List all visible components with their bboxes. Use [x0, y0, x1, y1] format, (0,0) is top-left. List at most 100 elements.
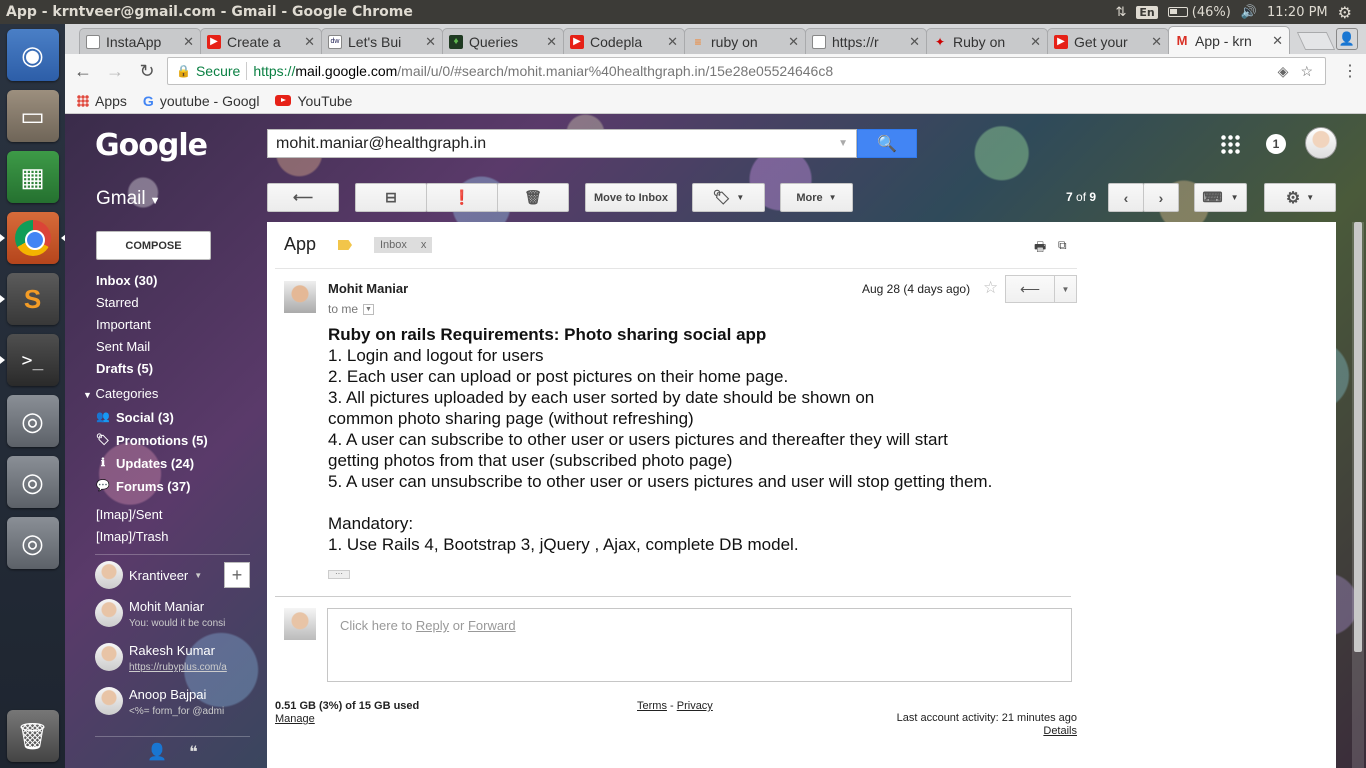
clock[interactable]: 11:20 PM	[1267, 5, 1328, 20]
browser-tab[interactable]: InstaApp ✕	[79, 28, 201, 54]
trash-icon[interactable]: 🗑	[6, 710, 59, 762]
new-conversation-button[interactable]: +	[224, 562, 250, 588]
newer-button[interactable]: ‹	[1108, 183, 1144, 212]
category-promotions[interactable]: 🏷 Promotions (5)	[83, 429, 253, 452]
browser-tab[interactable]: dw Let's Bui ✕	[321, 28, 443, 54]
category-forums[interactable]: 💬 Forums (37)	[83, 475, 253, 498]
report-spam-button[interactable]: ❗	[426, 183, 498, 212]
nav-item-imap-sent[interactable]: [Imap]/Sent	[96, 504, 168, 526]
chrome-menu-icon[interactable]: ⋮	[1342, 61, 1358, 81]
browser-tab[interactable]: ♦ Queries ✕	[442, 28, 564, 54]
close-icon[interactable]: ✕	[788, 34, 799, 50]
archive-button[interactable]: ⊟	[355, 183, 427, 212]
system-gear-icon[interactable]: ⚙	[1338, 3, 1352, 22]
contacts-icon[interactable]: 👤	[147, 742, 167, 762]
close-icon[interactable]: ✕	[1151, 34, 1162, 50]
manage-storage-link[interactable]: Manage	[275, 713, 419, 725]
browser-tab[interactable]: ≡ ruby on ✕	[684, 28, 806, 54]
importance-marker-icon[interactable]	[338, 240, 352, 250]
delete-button[interactable]: 🗑	[497, 183, 569, 212]
bookmark-youtube-google[interactable]: G youtube - Googl	[143, 93, 260, 109]
terms-link[interactable]: Terms	[637, 700, 667, 712]
sender-name[interactable]: Mohit Maniar	[328, 281, 408, 296]
category-updates[interactable]: ℹ Updates (24)	[83, 452, 253, 475]
search-button[interactable]: 🔍	[857, 129, 917, 158]
nav-item-important[interactable]: Important	[96, 314, 256, 336]
privacy-link[interactable]: Privacy	[677, 700, 713, 712]
print-icon[interactable]: 🖶	[1034, 238, 1046, 260]
nav-item-sent[interactable]: Sent Mail	[96, 336, 256, 358]
extension-icon[interactable]: ◈	[1278, 63, 1289, 80]
bookmark-youtube[interactable]: YouTube	[275, 93, 352, 109]
labels-button[interactable]: 🏷 ▼	[692, 183, 765, 212]
forward-link[interactable]: Forward	[468, 618, 516, 633]
sublime-text-icon[interactable]: S	[0, 273, 59, 325]
category-social[interactable]: 👥 Social (3)	[83, 406, 253, 429]
search-options-icon[interactable]: ▼	[838, 138, 848, 149]
close-icon[interactable]: ✕	[425, 34, 436, 50]
close-icon[interactable]: ✕	[1030, 34, 1041, 50]
battery-indicator[interactable]: (46%)	[1167, 5, 1231, 20]
hangouts-quote-icon[interactable]: ❝	[189, 742, 198, 762]
move-to-inbox-button[interactable]: Move to Inbox	[585, 183, 677, 212]
bookmark-star-icon[interactable]: ☆	[1300, 63, 1313, 80]
disk-drive-icon[interactable]: ◎	[6, 395, 59, 447]
back-icon[interactable]: ←	[71, 61, 95, 82]
new-tab-button[interactable]	[1296, 32, 1336, 50]
hangouts-me[interactable]: Krantiveer ▼ +	[95, 555, 250, 595]
star-icon[interactable]: ☆	[983, 278, 998, 298]
page-scrollbar[interactable]	[1352, 222, 1364, 768]
close-icon[interactable]: ✕	[1272, 33, 1283, 49]
google-apps-icon[interactable]	[1220, 134, 1240, 154]
terminal-icon[interactable]: >_	[0, 334, 59, 386]
notifications-badge[interactable]: 1	[1266, 134, 1286, 154]
reply-box[interactable]: Click here to Reply or Forward	[327, 608, 1072, 682]
older-button[interactable]: ›	[1143, 183, 1179, 212]
hangouts-contact[interactable]: Anoop Bajpai <%= form_for @admi	[95, 683, 250, 727]
chrome-profile-icon[interactable]: 👤	[1336, 28, 1358, 50]
settings-button[interactable]: ⚙ ▼	[1264, 183, 1336, 212]
account-avatar[interactable]	[1305, 127, 1337, 159]
network-icon[interactable]: ⇅	[1116, 5, 1127, 20]
nav-item-drafts[interactable]: Drafts (5)	[96, 358, 256, 380]
ubuntu-dash-icon[interactable]: ◉	[6, 29, 59, 81]
address-bar[interactable]: 🔒 Secure https:// mail.google.com /mail/…	[167, 57, 1326, 85]
nav-item-inbox[interactable]: Inbox (30)	[96, 270, 256, 292]
volume-icon[interactable]: 🔊	[1241, 5, 1257, 20]
reply-icon[interactable]: ⟵	[1006, 276, 1054, 302]
hangouts-contact[interactable]: Mohit Maniar You: would it be consi	[95, 595, 250, 639]
forward-icon[interactable]: →	[103, 61, 127, 82]
activity-details-link[interactable]: Details	[1043, 725, 1077, 737]
browser-tab[interactable]: ▶ Create a ✕	[200, 28, 322, 54]
show-details-icon[interactable]: ▼	[363, 303, 375, 315]
nav-item-imap-trash[interactable]: [Imap]/Trash	[96, 526, 168, 548]
browser-tab[interactable]: ▶ Get your ✕	[1047, 28, 1169, 54]
new-window-icon[interactable]: ⧉	[1058, 238, 1067, 253]
show-trimmed-content-button[interactable]: ···	[328, 570, 350, 579]
keyboard-layout-indicator[interactable]: En	[1136, 5, 1158, 19]
input-tools-button[interactable]: ⌨ ▼	[1194, 183, 1247, 212]
reply-link[interactable]: Reply	[416, 618, 449, 633]
gmail-menu[interactable]: Gmail ▼	[96, 188, 161, 210]
search-input[interactable]: mohit.maniar@healthgraph.in ▼	[267, 129, 857, 158]
close-icon[interactable]: ✕	[183, 34, 194, 50]
more-actions-icon[interactable]: ▼	[1054, 276, 1076, 302]
scrollbar-thumb[interactable]	[1354, 222, 1362, 652]
google-logo[interactable]: Google	[95, 128, 208, 163]
browser-tab[interactable]: ▶ Codepla ✕	[563, 28, 685, 54]
close-icon[interactable]: ✕	[304, 34, 315, 50]
hangouts-contact[interactable]: Rakesh Kumar https://rubyplus.com/a	[95, 639, 250, 683]
more-button[interactable]: More ▼	[780, 183, 853, 212]
browser-tab[interactable]: ✦ Ruby on ✕	[926, 28, 1048, 54]
remove-label-icon[interactable]: x	[421, 239, 427, 251]
browser-tab-active[interactable]: M App - krn ✕	[1168, 26, 1290, 54]
label-chip[interactable]: Inbox x	[374, 237, 433, 253]
categories-toggle[interactable]: ▼ Categories	[83, 386, 253, 406]
nav-item-starred[interactable]: Starred	[96, 292, 256, 314]
compose-button[interactable]: COMPOSE	[96, 231, 211, 260]
chrome-launcher-icon[interactable]	[0, 212, 66, 264]
browser-tab[interactable]: https://r ✕	[805, 28, 927, 54]
files-icon[interactable]: ▭	[6, 90, 59, 142]
reload-icon[interactable]: ↻	[135, 61, 159, 82]
disk-drive-icon[interactable]: ◎	[6, 456, 59, 508]
